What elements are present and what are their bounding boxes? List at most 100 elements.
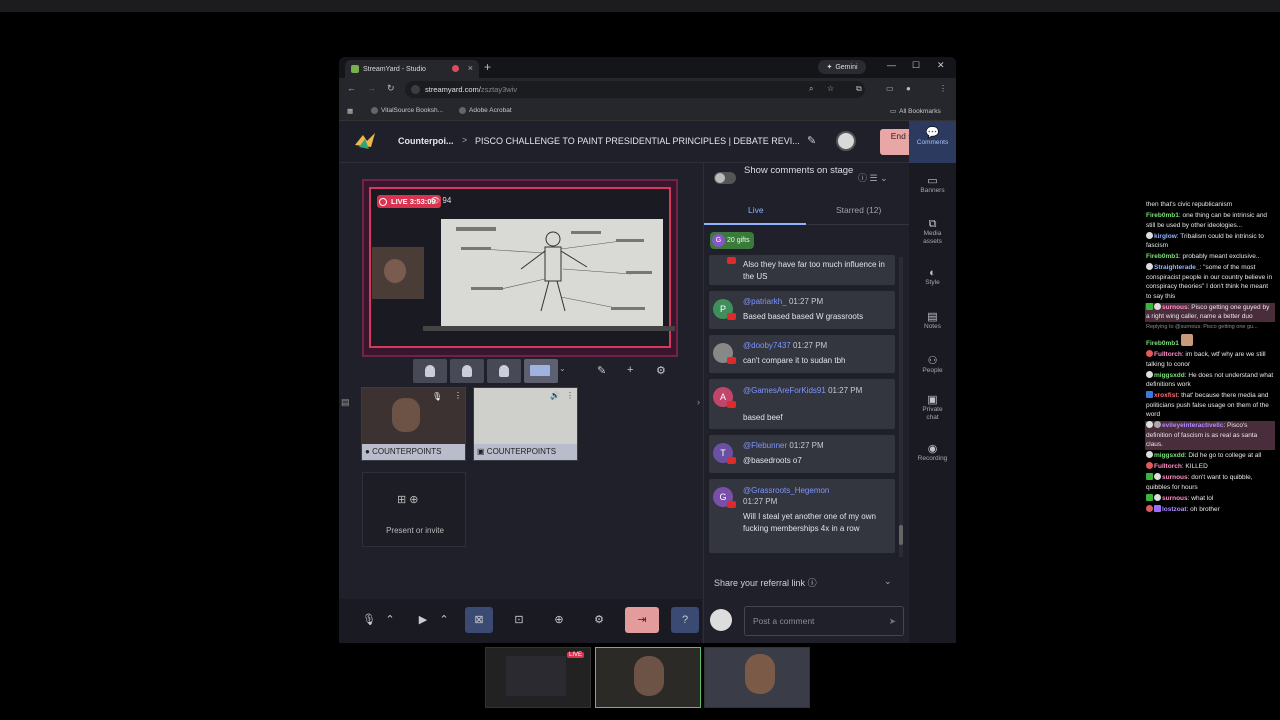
layout-solo-button[interactable] [413, 359, 447, 383]
chat-user: Fulltorch [1154, 351, 1182, 358]
expand-arrow-icon[interactable]: › [697, 397, 700, 407]
rail-label: Private chat [922, 406, 943, 421]
extensions-icon[interactable]: ⧉ [856, 84, 862, 94]
layout-screen-button[interactable] [524, 359, 558, 383]
close-window-icon[interactable]: ✕ [937, 60, 945, 71]
layout-group-button[interactable] [487, 359, 521, 383]
mic-button[interactable]: 🎙 [355, 607, 383, 633]
back-icon[interactable]: ← [347, 83, 356, 93]
comment-item[interactable]: G @Grassroots_Hegemon 01:27 PM Will I ste… [709, 479, 895, 553]
rail-private-chat[interactable]: ▣ Private chat [909, 395, 956, 422]
forward-icon[interactable]: → [367, 83, 376, 93]
destination-avatar[interactable] [836, 131, 856, 151]
chat-line: miggsxdd: He does not understand what de… [1145, 370, 1275, 390]
maximize-icon[interactable]: ☐ [912, 60, 920, 71]
cast-icon[interactable]: ▭ [886, 84, 894, 93]
comment-time: 01:27 PM [792, 341, 828, 350]
layout-more-chevron-icon[interactable]: ⌄ [559, 364, 566, 373]
new-tab-icon[interactable]: + [484, 60, 491, 74]
show-comments-toggle[interactable] [714, 172, 736, 184]
gifts-pill[interactable]: G 20 gifts [710, 232, 754, 249]
mic-options-chevron-icon[interactable]: ⌃ [383, 607, 397, 633]
referral-link[interactable]: Share your referral link ⓘ [714, 576, 817, 589]
screen-share-video: 🔊 ⋮ [474, 388, 577, 444]
browser-window: StreamYard - Studio × + ✦ Gemini — ☐ ✕ ←… [339, 57, 956, 643]
comment-settings-icons[interactable]: ⓘ ☰ ⌄ [858, 171, 888, 184]
profile-icon[interactable]: ● [906, 84, 911, 93]
star-icon[interactable]: ☆ [827, 84, 834, 93]
gifts-count: 20 gifts [727, 237, 750, 244]
rail-people[interactable]: ⚇ People [909, 356, 956, 375]
send-icon[interactable]: ➤ [889, 607, 896, 635]
apps-grid-icon[interactable]: ▦ [347, 107, 353, 115]
site-info-icon[interactable] [411, 85, 420, 94]
comment-user: @Grassroots_Hegemon [743, 486, 830, 495]
comment-item[interactable]: A @GamesAreForKids91 01:27 PM based beef [709, 379, 895, 429]
help-button[interactable]: ? [671, 607, 699, 633]
notes-icon: ▤ [927, 311, 938, 323]
comment-scrollbar[interactable] [899, 257, 903, 557]
tab-live[interactable]: Live [748, 205, 764, 215]
layout-thin-button[interactable] [450, 359, 484, 383]
bookmark-favicon-icon [371, 107, 378, 114]
bookmark-adobe[interactable]: Adobe Acrobat [459, 107, 512, 114]
referral-label: Share your referral link [714, 578, 806, 588]
scroll-thumb[interactable] [899, 525, 903, 545]
all-bookmarks[interactable]: ▭ All Bookmarks [890, 107, 941, 116]
gemini-button[interactable]: ✦ Gemini [818, 60, 866, 74]
comment-item[interactable]: @dooby7437 01:27 PM can't compare it to … [709, 335, 895, 373]
invite-button[interactable]: ⊕ [545, 607, 573, 633]
comment-input[interactable]: Post a comment ➤ [744, 606, 904, 636]
show-comments-label: Show comments on stage [744, 165, 854, 176]
tile-menu-icon[interactable]: ⋮ [454, 391, 462, 400]
host-face [634, 656, 664, 696]
tile-menu-icon[interactable]: ⋮ [566, 391, 574, 400]
browser-tab[interactable]: StreamYard - Studio × [345, 60, 479, 78]
edit-title-icon[interactable]: ✎ [807, 134, 816, 147]
streamyard-favicon-icon [351, 65, 359, 73]
share-screen-button[interactable]: ⊡ [505, 607, 533, 633]
record-icon: ◉ [927, 443, 938, 455]
comment-item[interactable]: T @Flebunner 01:27 PM @basedroots o7 [709, 435, 895, 473]
scene-thumbnail-camera-active[interactable] [595, 647, 701, 708]
chat-line: Fireb0mb1: probably meant exclusive.. [1145, 252, 1275, 262]
tab-starred[interactable]: Starred (12) [836, 205, 881, 215]
badge-icon [1146, 421, 1153, 428]
camera-options-chevron-icon[interactable]: ⌃ [437, 607, 451, 633]
screen-share-tile[interactable]: 🔊 ⋮ ▣ COUNTERPOINTS [473, 387, 578, 461]
edit-layout-icon[interactable]: ✎ [597, 364, 606, 377]
referral-chevron-icon[interactable]: ⌄ [884, 576, 892, 587]
rail-comments[interactable]: 💬 Comments [909, 121, 956, 163]
minimize-icon[interactable]: — [887, 60, 896, 70]
comments-panel: Show comments on stage ⓘ ☰ ⌄ Live Starre… [703, 163, 909, 643]
participant-tile[interactable]: 🎙 ⋮ ● COUNTERPOINTS [361, 387, 466, 461]
rail-notes[interactable]: ▤ Notes [909, 311, 956, 331]
menu-dots-icon[interactable]: ⋮ [939, 84, 947, 93]
broadcast-title[interactable]: PISCO CHALLENGE TO PAINT PRESIDENTIAL PR… [475, 136, 800, 146]
close-tab-icon[interactable]: × [468, 63, 473, 73]
scene-thumbnail-screen[interactable]: LIVE [485, 647, 591, 708]
zoom-icon[interactable]: ⌕ [809, 84, 813, 94]
stop-share-button[interactable]: ⊠ [465, 607, 493, 633]
url-input[interactable]: streamyard.com/zsztay3wiv [405, 81, 865, 98]
chat-user: Straighterade_ [1154, 264, 1200, 271]
settings-gear-icon[interactable]: ⚙ [656, 364, 666, 377]
rail-recording[interactable]: ◉ Recording [909, 443, 956, 463]
live-badge: LIVE [566, 652, 584, 658]
chat-line: lostzoat: oh brother [1145, 504, 1275, 515]
present-or-invite-tile[interactable]: ⊞ ⊕ Present or invite [362, 472, 466, 547]
breadcrumb-show[interactable]: Counterpoi... [398, 136, 454, 146]
bookmark-vitalsource[interactable]: VitalSource Booksh... [371, 107, 443, 114]
reload-icon[interactable]: ↻ [387, 83, 395, 94]
rail-style[interactable]: ◐ Style [909, 268, 956, 287]
rail-banners[interactable]: ▭ Banners [909, 176, 956, 195]
rail-media-assets[interactable]: ⧉ Media assets [909, 219, 956, 246]
settings-button[interactable]: ⚙ [585, 607, 613, 633]
comment-item[interactable]: P @patriarkh_ 01:27 PM Based based based… [709, 291, 895, 329]
camera-button[interactable]: ▶ [409, 607, 437, 633]
scene-thumbnail-guest[interactable] [704, 647, 810, 708]
leave-studio-button[interactable]: ⇥ [625, 607, 659, 633]
comment-item[interactable]: Also they have far too much influence in… [709, 255, 895, 285]
add-icon[interactable]: + [627, 364, 633, 376]
backstage-collapse-icon[interactable]: ▤ [341, 397, 350, 408]
